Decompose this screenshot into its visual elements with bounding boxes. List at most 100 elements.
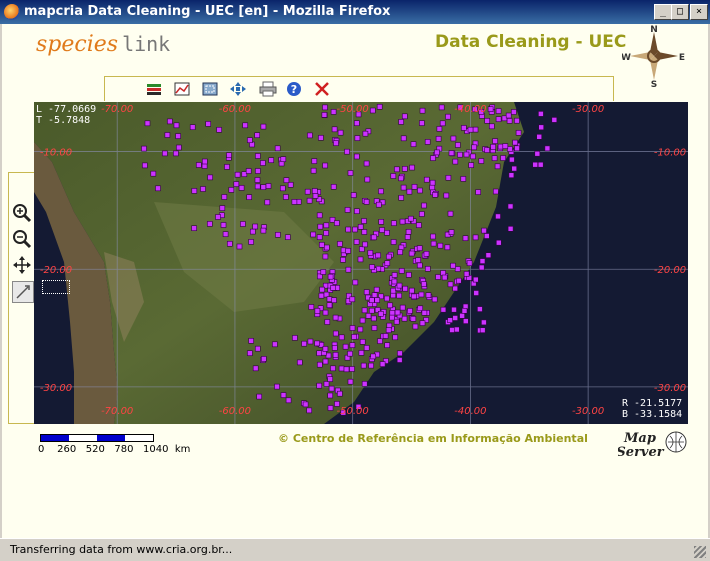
occurrence-point	[349, 296, 356, 303]
occurrence-point	[191, 225, 197, 231]
occurrence-point	[350, 192, 357, 198]
occurrence-point	[176, 144, 182, 151]
occurrence-point	[401, 113, 408, 120]
occurrence-point	[400, 135, 407, 142]
occurrence-point	[532, 161, 539, 168]
occurrence-point	[473, 290, 480, 296]
occurrence-point	[296, 359, 303, 366]
coord-b: B -33.1584	[622, 409, 683, 420]
species-link-logo[interactable]: species link	[36, 32, 170, 57]
svg-text:?: ?	[291, 83, 297, 96]
close-window-button[interactable]: ×	[690, 4, 708, 20]
occurrence-point	[260, 160, 266, 166]
occurrence-point	[283, 194, 289, 200]
resize-grip[interactable]	[694, 546, 706, 558]
occurrence-point	[368, 307, 375, 314]
pan-icon[interactable]	[12, 255, 32, 275]
scale-bar	[40, 434, 154, 442]
occurrence-point	[347, 170, 354, 176]
occurrence-point	[310, 167, 317, 174]
occurrence-point	[345, 266, 352, 273]
occurrence-point	[207, 221, 213, 227]
occurrence-point	[452, 315, 459, 321]
occurrence-point	[487, 106, 494, 112]
occurrence-point	[347, 378, 354, 385]
move-icon[interactable]	[229, 81, 247, 97]
occurrence-point	[268, 157, 274, 164]
select-area-icon[interactable]	[201, 81, 219, 97]
zoom-out-icon[interactable]	[12, 229, 32, 249]
occurrence-point	[470, 153, 476, 160]
occurrence-point	[452, 285, 459, 292]
occurrence-point	[325, 352, 332, 359]
occurrence-point	[345, 248, 351, 254]
occurrence-point	[396, 282, 403, 289]
occurrence-point	[457, 151, 463, 158]
occurrence-point	[227, 241, 233, 247]
occurrence-point	[396, 292, 403, 299]
occurrence-point	[450, 262, 456, 269]
occurrence-point	[445, 175, 452, 181]
compass-rose-icon: N S W E	[622, 25, 685, 88]
occurrence-point	[338, 334, 345, 341]
occurrence-point	[495, 108, 502, 114]
occurrence-point	[415, 257, 422, 263]
select-point-icon[interactable]	[12, 281, 34, 303]
layers-icon[interactable]	[145, 81, 163, 97]
occurrence-point	[330, 365, 336, 372]
occurrence-point	[354, 135, 361, 141]
occurrence-point	[481, 227, 487, 234]
occurrence-point	[370, 353, 377, 360]
occurrence-point	[340, 257, 346, 263]
lon-label: -30.00	[572, 406, 604, 417]
occurrence-point	[327, 376, 334, 382]
occurrence-point	[410, 141, 417, 148]
zoom-in-icon[interactable]	[12, 203, 32, 223]
occurrence-point	[434, 149, 440, 156]
lat-label: -20.00	[40, 265, 72, 276]
help-icon[interactable]: ?	[285, 81, 303, 97]
occurrence-point	[478, 158, 485, 164]
mapserver-logo[interactable]: Map Server	[618, 428, 688, 460]
page-title: Data Cleaning - UEC	[435, 32, 627, 52]
occurrence-point	[373, 286, 380, 293]
occurrence-point	[490, 143, 496, 150]
maximize-button[interactable]: □	[671, 4, 689, 20]
occurrence-point	[488, 123, 495, 130]
occurrence-point	[390, 239, 397, 245]
print-icon[interactable]	[259, 81, 277, 97]
occurrence-point	[398, 244, 405, 251]
occurrence-point	[492, 138, 498, 144]
occurrence-point	[410, 293, 417, 300]
occurrence-point	[390, 292, 397, 299]
occurrence-point	[424, 266, 431, 272]
occurrence-point	[400, 184, 407, 191]
occurrence-point	[454, 266, 461, 272]
occurrence-point	[323, 244, 330, 251]
occurrence-point	[375, 201, 382, 208]
occurrence-point	[322, 104, 328, 111]
page-content: species link Data Cleaning - UEC N S W E …	[2, 24, 708, 538]
occurrence-point	[361, 218, 367, 224]
logo-link: link	[122, 32, 171, 56]
occurrence-point	[363, 199, 370, 205]
occurrence-point	[538, 124, 545, 131]
occurrence-point	[320, 269, 327, 275]
occurrence-point	[430, 155, 436, 161]
occurrence-point	[215, 214, 221, 220]
occurrence-point	[441, 274, 448, 281]
occurrence-point	[362, 130, 369, 137]
occurrence-point	[207, 174, 213, 181]
minimize-button[interactable]: _	[654, 4, 672, 20]
occurrence-point	[323, 381, 330, 387]
chart-icon[interactable]	[173, 81, 191, 97]
occurrence-point	[440, 306, 447, 313]
occurrence-point	[287, 182, 294, 188]
occurrence-point	[368, 297, 375, 303]
close-icon[interactable]	[313, 81, 331, 97]
occurrence-point	[357, 224, 364, 230]
map-view[interactable]: -70.00 -70.00 -60.00 -60.00 -50.00 -50.00 -40.…	[34, 102, 688, 424]
occurrence-point	[374, 297, 381, 303]
occurrence-point	[150, 170, 157, 177]
occurrence-point	[408, 287, 415, 294]
